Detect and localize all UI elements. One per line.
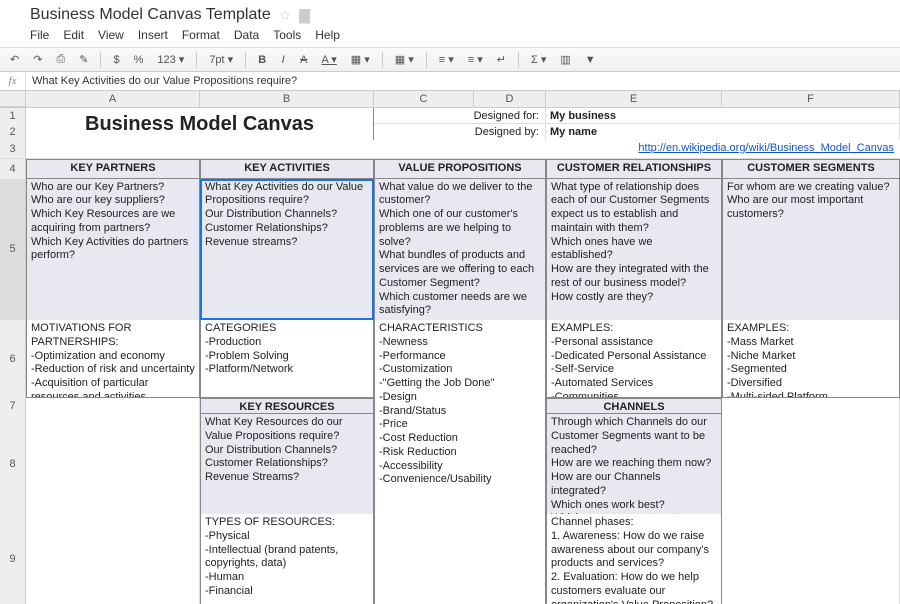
undo-icon[interactable]: ↶ <box>6 51 23 68</box>
percent-button[interactable]: % <box>130 52 148 68</box>
menu-insert[interactable]: Insert <box>138 28 168 42</box>
col-head-d[interactable]: D <box>474 91 546 107</box>
star-icon[interactable]: ☆ <box>279 7 292 24</box>
head-value-prop[interactable]: VALUE PROPOSITIONS <box>374 159 546 179</box>
toolbar: ↶ ↷ ⎙ ✎ $ % 123 ▾ 7pt ▾ B I A A ▾ ▦ ▾ ▦ … <box>0 47 900 72</box>
designed-by-label[interactable]: Designed by: <box>374 124 546 140</box>
column-headers: A B C D E F <box>0 91 900 108</box>
row-head-2[interactable]: 2 <box>0 124 26 140</box>
valign-button[interactable]: ≡ ▾ <box>464 51 487 68</box>
paint-icon[interactable]: ✎ <box>75 51 92 68</box>
key-resources-detail[interactable]: TYPES OF RESOURCES: -Physical -Intellect… <box>200 514 374 604</box>
row-head-1[interactable]: 1 <box>0 108 26 124</box>
col-head-f[interactable]: F <box>722 91 900 107</box>
menu-help[interactable]: Help <box>315 28 340 42</box>
head-key-resources[interactable]: KEY RESOURCES <box>200 398 374 414</box>
head-key-activities[interactable]: KEY ACTIVITIES <box>200 159 374 179</box>
font-size-select[interactable]: 7pt ▾ <box>205 51 237 68</box>
key-partners-q[interactable]: Who are our Key Partners? Who are our ke… <box>26 179 200 321</box>
formula-input[interactable]: What Key Activities do our Value Proposi… <box>26 72 900 90</box>
bold-button[interactable]: B <box>254 52 270 68</box>
fill-color-button[interactable]: ▦ ▾ <box>347 51 374 68</box>
currency-button[interactable]: $ <box>109 52 123 68</box>
select-all-corner[interactable] <box>0 91 26 107</box>
formula-bar: fx What Key Activities do our Value Prop… <box>0 72 900 91</box>
cust-seg-detail[interactable]: EXAMPLES: -Mass Market -Niche Market -Se… <box>722 320 900 398</box>
menu-edit[interactable]: Edit <box>63 28 84 42</box>
row-head-4[interactable]: 4 <box>0 159 26 179</box>
row-head-7[interactable]: 7 <box>0 398 26 414</box>
menu-bar: File Edit View Insert Format Data Tools … <box>30 24 890 45</box>
channels-q[interactable]: Through which Channels do our Customer S… <box>546 414 722 514</box>
chart-button[interactable]: ▥ <box>556 51 574 68</box>
filter-button[interactable]: ▼ <box>581 52 600 68</box>
key-resources-q[interactable]: What Key Resources do our Value Proposit… <box>200 414 374 514</box>
align-button[interactable]: ≡ ▾ <box>435 51 458 68</box>
key-activities-q[interactable]: What Key Activities do our Value Proposi… <box>200 179 374 321</box>
row-head-3[interactable]: 3 <box>0 140 26 158</box>
menu-view[interactable]: View <box>98 28 124 42</box>
cust-rel-q[interactable]: What type of relationship does each of o… <box>546 179 722 321</box>
text-color-button[interactable]: A ▾ <box>317 51 340 68</box>
channels-detail[interactable]: Channel phases: 1. Awareness: How do we … <box>546 514 722 604</box>
functions-button[interactable]: Σ ▾ <box>527 51 550 68</box>
menu-data[interactable]: Data <box>234 28 259 42</box>
menu-format[interactable]: Format <box>182 28 220 42</box>
redo-icon[interactable]: ↷ <box>29 51 46 68</box>
value-prop-detail[interactable]: CHARACTERISTICS -Newness -Performance -C… <box>374 320 546 604</box>
folder-icon[interactable]: ▇ <box>299 7 310 24</box>
italic-button[interactable]: I <box>276 52 290 68</box>
head-cust-rel[interactable]: CUSTOMER RELATIONSHIPS <box>546 159 722 179</box>
row-head-8[interactable]: 8 <box>0 414 26 514</box>
designed-for-label[interactable]: Designed for: <box>374 108 546 124</box>
col-head-a[interactable]: A <box>26 91 200 107</box>
head-key-partners[interactable]: KEY PARTNERS <box>26 159 200 179</box>
designed-by-value[interactable]: My name <box>546 124 900 140</box>
number-format-button[interactable]: 123 ▾ <box>153 51 188 68</box>
head-cust-seg[interactable]: CUSTOMER SEGMENTS <box>722 159 900 179</box>
cust-rel-detail[interactable]: EXAMPLES: -Personal assistance -Dedicate… <box>546 320 722 398</box>
strike-button[interactable]: A <box>296 52 311 68</box>
row-head-9[interactable]: 9 <box>0 514 26 604</box>
key-activities-detail[interactable]: CATEGORIES -Production -Problem Solving … <box>200 320 374 398</box>
head-channels[interactable]: CHANNELS <box>546 398 722 414</box>
designed-for-value[interactable]: My business <box>546 108 900 124</box>
cust-seg-q[interactable]: For whom are we creating value? Who are … <box>722 179 900 321</box>
col-head-b[interactable]: B <box>200 91 374 107</box>
borders-button[interactable]: ▦ ▾ <box>391 51 418 68</box>
row-head-5[interactable]: 5 <box>0 179 26 321</box>
menu-tools[interactable]: Tools <box>273 28 301 42</box>
print-icon[interactable]: ⎙ <box>52 51 69 68</box>
wrap-button[interactable]: ↵ <box>493 51 510 68</box>
fx-icon: fx <box>0 72 26 90</box>
wiki-link[interactable]: http://en.wikipedia.org/wiki/Business_Mo… <box>638 142 894 154</box>
document-title[interactable]: Business Model Canvas Template <box>30 6 271 24</box>
row-head-6[interactable]: 6 <box>0 320 26 398</box>
menu-file[interactable]: File <box>30 28 49 42</box>
col-head-c[interactable]: C <box>374 91 474 107</box>
value-prop-q[interactable]: What value do we deliver to the customer… <box>374 179 546 321</box>
col-head-e[interactable]: E <box>546 91 722 107</box>
key-partners-detail[interactable]: MOTIVATIONS FOR PARTNERSHIPS: -Optimizat… <box>26 320 200 398</box>
canvas-title[interactable]: Business Model Canvas <box>26 108 374 140</box>
